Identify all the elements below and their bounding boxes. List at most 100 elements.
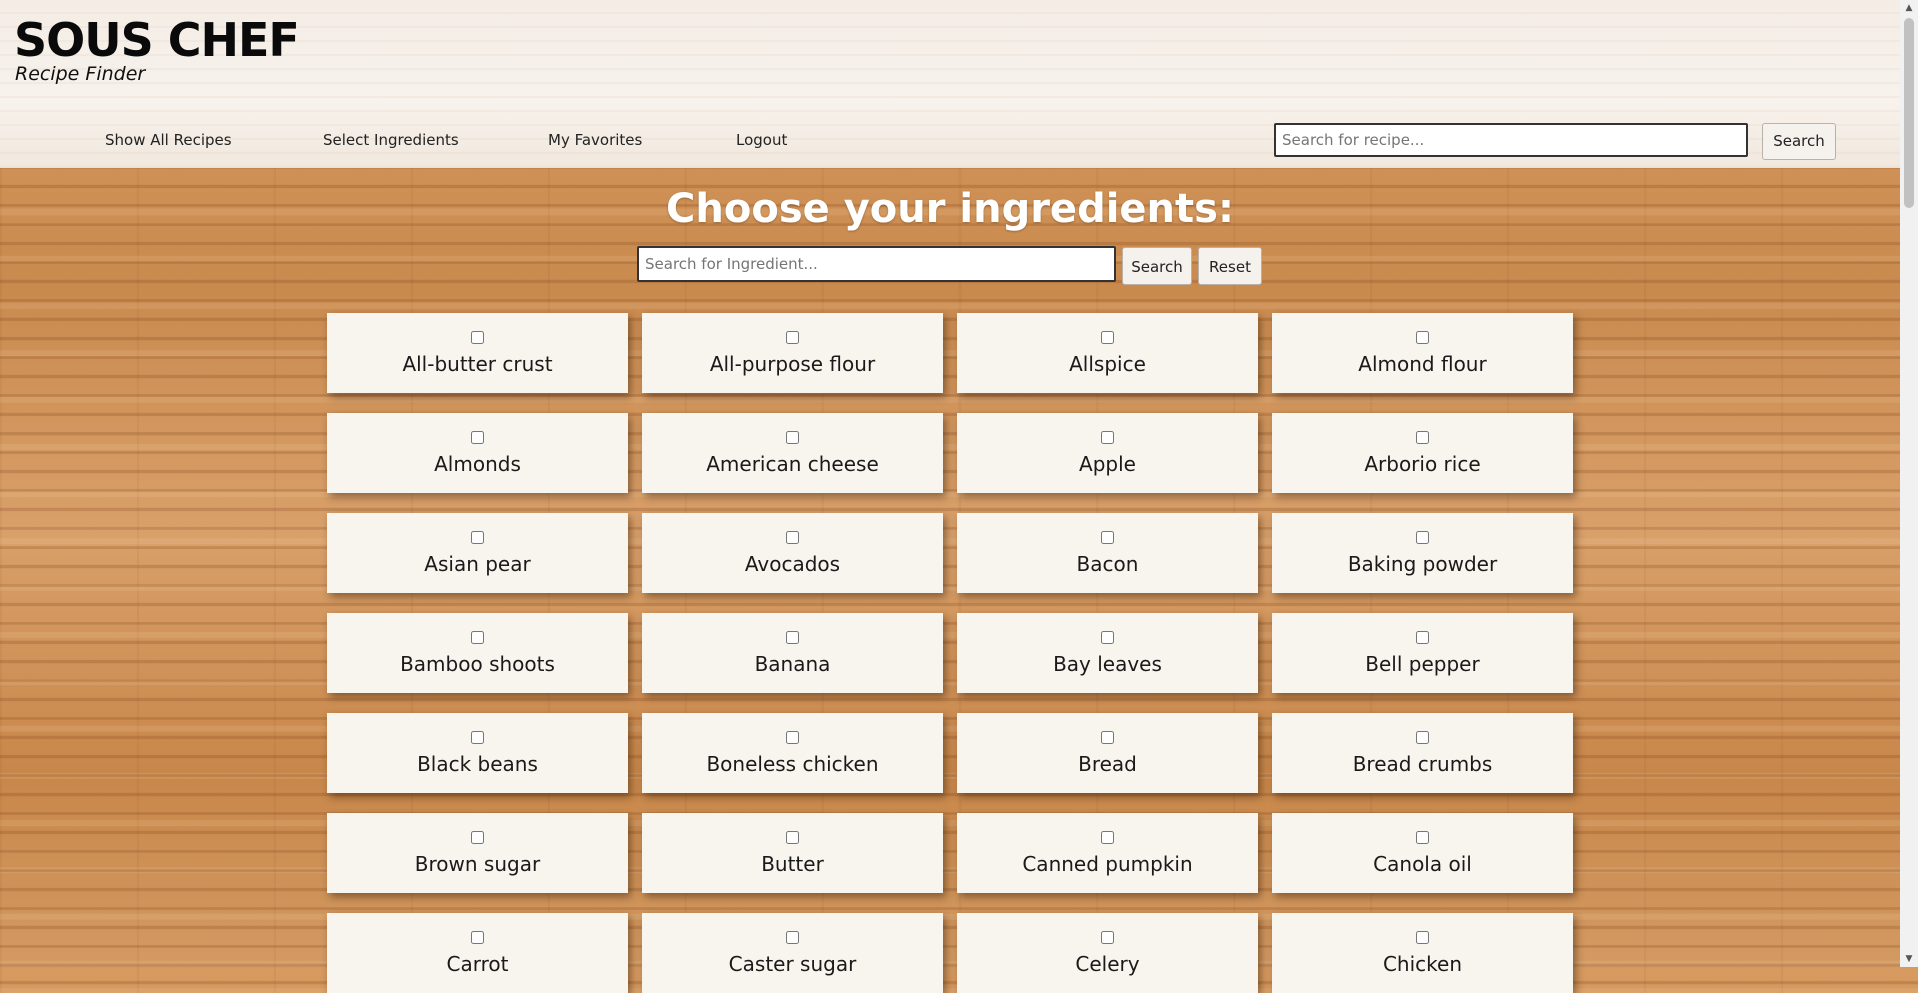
ingredient-card[interactable]: Bell pepper — [1272, 613, 1573, 693]
ingredient-checkbox[interactable] — [786, 831, 799, 844]
ingredient-checkbox[interactable] — [471, 531, 484, 544]
ingredient-card[interactable]: Butter — [642, 813, 943, 893]
ingredient-label: Avocados — [744, 552, 841, 576]
ingredient-label: Bread — [1078, 752, 1137, 776]
ingredient-checkbox[interactable] — [1416, 631, 1429, 644]
ingredient-label: Allspice — [1069, 352, 1146, 376]
ingredient-checkbox[interactable] — [1101, 831, 1114, 844]
ingredient-checkbox[interactable] — [471, 631, 484, 644]
ingredient-reset-button[interactable]: Reset — [1198, 247, 1262, 285]
ingredient-card[interactable]: All-purpose flour — [642, 313, 943, 393]
recipe-search-button[interactable]: Search — [1762, 123, 1836, 160]
ingredient-card[interactable]: Bread crumbs — [1272, 713, 1573, 793]
ingredient-label: Bamboo shoots — [400, 652, 555, 676]
ingredient-card[interactable]: Canola oil — [1272, 813, 1573, 893]
nav-logout[interactable]: Logout — [736, 131, 787, 149]
ingredient-card[interactable]: Bamboo shoots — [327, 613, 628, 693]
ingredient-card[interactable]: All-butter crust — [327, 313, 628, 393]
ingredient-card[interactable]: Bay leaves — [957, 613, 1258, 693]
ingredient-card[interactable]: Carrot — [327, 913, 628, 993]
ingredient-search-input[interactable] — [637, 246, 1116, 282]
ingredient-label: All-butter crust — [402, 352, 553, 376]
brand-title: SOUS CHEF — [14, 13, 300, 67]
ingredient-label: Boneless chicken — [706, 752, 879, 776]
scroll-down-icon[interactable]: ▼ — [1900, 951, 1918, 967]
ingredient-checkbox[interactable] — [1416, 431, 1429, 444]
brand-subtitle: Recipe Finder — [15, 63, 146, 85]
ingredient-label: Almonds — [434, 452, 521, 476]
nav-my-favorites[interactable]: My Favorites — [548, 131, 642, 149]
ingredient-checkbox[interactable] — [1101, 331, 1114, 344]
scroll-thumb[interactable] — [1904, 18, 1914, 208]
ingredient-card[interactable]: Asian pear — [327, 513, 628, 593]
ingredient-card[interactable]: American cheese — [642, 413, 943, 493]
ingredient-search-button[interactable]: Search — [1122, 247, 1192, 285]
ingredient-checkbox[interactable] — [786, 931, 799, 944]
nav-select-ingredients[interactable]: Select Ingredients — [323, 131, 459, 149]
ingredient-card[interactable]: Canned pumpkin — [957, 813, 1258, 893]
ingredient-checkbox[interactable] — [1416, 931, 1429, 944]
ingredient-label: Brown sugar — [414, 852, 541, 876]
ingredient-card[interactable]: Caster sugar — [642, 913, 943, 993]
ingredient-label: Baking powder — [1347, 552, 1498, 576]
ingredient-label: Celery — [1075, 952, 1140, 976]
scroll-up-icon[interactable]: ▲ — [1900, 0, 1918, 16]
ingredient-card[interactable]: Celery — [957, 913, 1258, 993]
ingredient-label: Black beans — [417, 752, 538, 776]
scrollbar[interactable]: ▲ ▼ — [1900, 0, 1918, 967]
recipe-search-input[interactable] — [1274, 123, 1748, 157]
ingredient-checkbox[interactable] — [471, 331, 484, 344]
ingredient-card[interactable]: Chicken — [1272, 913, 1573, 993]
ingredient-card[interactable]: Almonds — [327, 413, 628, 493]
ingredient-checkbox[interactable] — [471, 831, 484, 844]
ingredient-label: Asian pear — [424, 552, 531, 576]
ingredient-card[interactable]: Arborio rice — [1272, 413, 1573, 493]
ingredient-checkbox[interactable] — [786, 731, 799, 744]
ingredient-card[interactable]: Black beans — [327, 713, 628, 793]
ingredient-label: Caster sugar — [728, 952, 857, 976]
ingredient-checkbox[interactable] — [471, 431, 484, 444]
ingredient-label: All-purpose flour — [709, 352, 876, 376]
ingredient-checkbox[interactable] — [1101, 531, 1114, 544]
ingredient-label: Almond flour — [1358, 352, 1487, 376]
ingredient-card[interactable]: Allspice — [957, 313, 1258, 393]
ingredient-checkbox[interactable] — [471, 731, 484, 744]
ingredient-checkbox[interactable] — [1101, 931, 1114, 944]
ingredient-card[interactable]: Bread — [957, 713, 1258, 793]
ingredient-checkbox[interactable] — [1416, 831, 1429, 844]
ingredient-label: Banana — [754, 652, 831, 676]
ingredient-card[interactable]: Bacon — [957, 513, 1258, 593]
ingredient-label: Bell pepper — [1365, 652, 1480, 676]
ingredient-checkbox[interactable] — [786, 531, 799, 544]
header: SOUS CHEF Recipe Finder Show All Recipes… — [0, 0, 1900, 168]
ingredient-checkbox[interactable] — [786, 431, 799, 444]
ingredient-card[interactable]: Avocados — [642, 513, 943, 593]
ingredient-card[interactable]: Almond flour — [1272, 313, 1573, 393]
ingredient-checkbox[interactable] — [1416, 331, 1429, 344]
ingredient-checkbox[interactable] — [1101, 731, 1114, 744]
nav-show-all-recipes[interactable]: Show All Recipes — [105, 131, 232, 149]
ingredient-card[interactable]: Baking powder — [1272, 513, 1573, 593]
ingredient-label: Canned pumpkin — [1022, 852, 1193, 876]
ingredient-checkbox[interactable] — [786, 331, 799, 344]
page-heading: Choose your ingredients: — [666, 186, 1234, 232]
ingredient-checkbox[interactable] — [786, 631, 799, 644]
ingredient-label: Butter — [761, 852, 824, 876]
ingredient-checkbox[interactable] — [1416, 531, 1429, 544]
ingredient-checkbox[interactable] — [1416, 731, 1429, 744]
ingredient-card[interactable]: Banana — [642, 613, 943, 693]
ingredient-label: Chicken — [1382, 952, 1463, 976]
ingredient-label: Apple — [1079, 452, 1136, 476]
ingredient-card[interactable]: Boneless chicken — [642, 713, 943, 793]
ingredient-label: Arborio rice — [1364, 452, 1481, 476]
ingredient-label: Bread crumbs — [1352, 752, 1493, 776]
ingredient-label: Canola oil — [1373, 852, 1472, 876]
ingredient-checkbox[interactable] — [1101, 631, 1114, 644]
ingredient-card[interactable]: Brown sugar — [327, 813, 628, 893]
ingredient-label: Carrot — [446, 952, 509, 976]
ingredient-checkbox[interactable] — [1101, 431, 1114, 444]
ingredient-card[interactable]: Apple — [957, 413, 1258, 493]
ingredient-grid: All-butter crust All-purpose flour Allspic… — [327, 313, 1573, 993]
ingredient-checkbox[interactable] — [471, 931, 484, 944]
ingredient-label: Bacon — [1076, 552, 1139, 576]
